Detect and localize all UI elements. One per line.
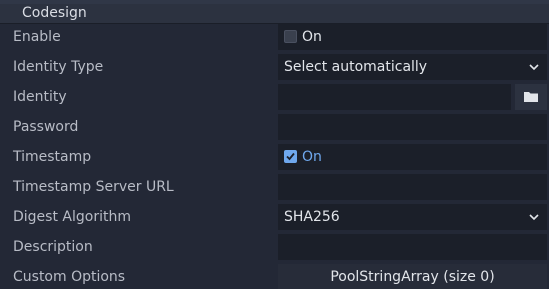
description-input[interactable]: [278, 234, 547, 260]
enable-checkbox[interactable]: On: [278, 24, 547, 50]
property-row-identity-type: Identity Type Select automatically: [0, 52, 549, 82]
custom-options-value: PoolStringArray (size 0): [330, 269, 495, 285]
property-row-description: Description: [0, 232, 549, 262]
timestamp-server-url-label: Timestamp Server URL: [13, 179, 174, 195]
chevron-down-icon: [529, 63, 539, 71]
inspector-panel: Codesign Enable On Identity Type Select …: [0, 0, 549, 289]
identity-type-label: Identity Type: [13, 59, 104, 75]
codesign-section-header[interactable]: Codesign: [0, 0, 549, 24]
identity-input[interactable]: [278, 84, 511, 110]
property-row-enable: Enable On: [0, 22, 549, 52]
identity-browse-button[interactable]: [515, 84, 547, 110]
timestamp-value: On: [302, 149, 322, 165]
checkbox-unchecked-icon: [284, 30, 297, 43]
description-label: Description: [13, 239, 93, 255]
property-row-timestamp-server-url: Timestamp Server URL: [0, 172, 549, 202]
identity-type-dropdown[interactable]: Select automatically: [278, 54, 547, 80]
enable-label: Enable: [13, 29, 61, 45]
enable-value: On: [302, 29, 322, 45]
digest-algorithm-value: SHA256: [284, 209, 340, 225]
property-row-timestamp: Timestamp On: [0, 142, 549, 172]
section-title: Codesign: [22, 5, 87, 21]
timestamp-checkbox[interactable]: On: [278, 144, 547, 170]
property-row-identity: Identity: [0, 82, 549, 112]
identity-type-value: Select automatically: [284, 59, 428, 75]
password-input[interactable]: [278, 114, 547, 140]
property-row-custom-options: Custom Options PoolStringArray (size 0): [0, 262, 549, 289]
property-list: Enable On Identity Type Select automatic…: [0, 22, 549, 289]
digest-algorithm-dropdown[interactable]: SHA256: [278, 204, 547, 230]
digest-algorithm-label: Digest Algorithm: [13, 209, 131, 225]
identity-label: Identity: [13, 89, 67, 105]
property-row-digest-algorithm: Digest Algorithm SHA256: [0, 202, 549, 232]
chevron-down-icon: [529, 213, 539, 221]
custom-options-button[interactable]: PoolStringArray (size 0): [278, 264, 547, 289]
timestamp-label: Timestamp: [13, 149, 92, 165]
checkmark-icon: [284, 150, 297, 163]
custom-options-label: Custom Options: [13, 269, 126, 285]
property-row-password: Password: [0, 112, 549, 142]
timestamp-server-url-input[interactable]: [278, 174, 547, 200]
password-label: Password: [13, 119, 79, 135]
